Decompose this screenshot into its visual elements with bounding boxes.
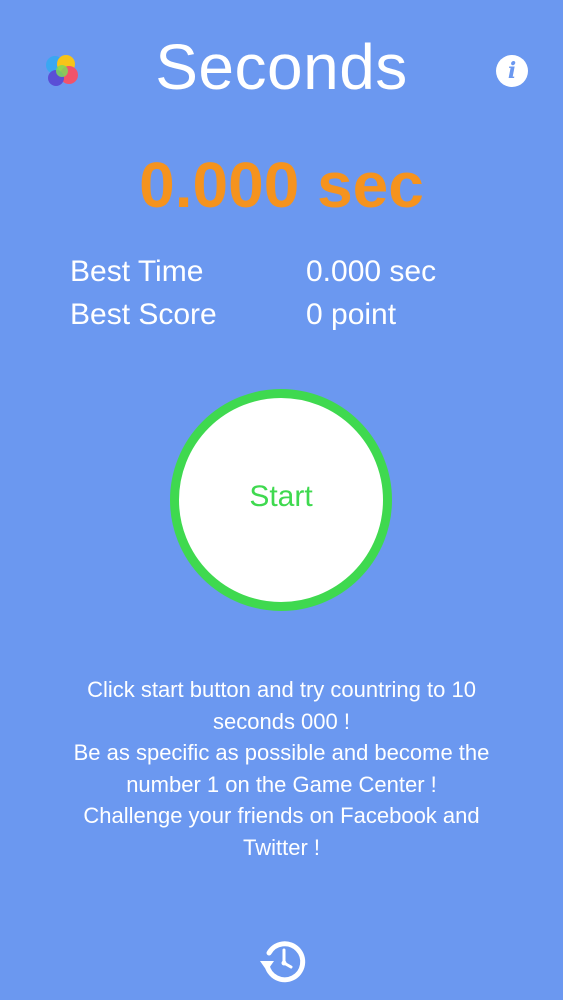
- best-time-label: Best Time: [70, 255, 204, 288]
- best-time-value: 0.000 sec: [306, 255, 437, 288]
- best-score-label: Best Score: [70, 298, 217, 331]
- timer-display: 0.000 sec: [139, 149, 424, 221]
- instruction-line: number 1 on the Game Center !: [126, 771, 437, 797]
- instruction-line: seconds 000 !: [213, 708, 350, 734]
- instruction-line: Click start button and try countring to …: [87, 677, 476, 702]
- start-button[interactable]: Start: [170, 389, 392, 611]
- history-clock-icon[interactable]: [257, 935, 309, 987]
- app-title: Seconds: [155, 31, 408, 103]
- start-button-label: Start: [249, 480, 313, 513]
- instructions-text: Click start button and try countring to …: [40, 674, 523, 863]
- instruction-line: Be as specific as possible and become th…: [73, 740, 490, 765]
- info-icon[interactable]: i: [496, 55, 528, 87]
- best-score-value: 0 point: [306, 298, 397, 331]
- instruction-line: Challenge your friends on Facebook and: [83, 803, 480, 828]
- instruction-line: Twitter !: [242, 834, 320, 860]
